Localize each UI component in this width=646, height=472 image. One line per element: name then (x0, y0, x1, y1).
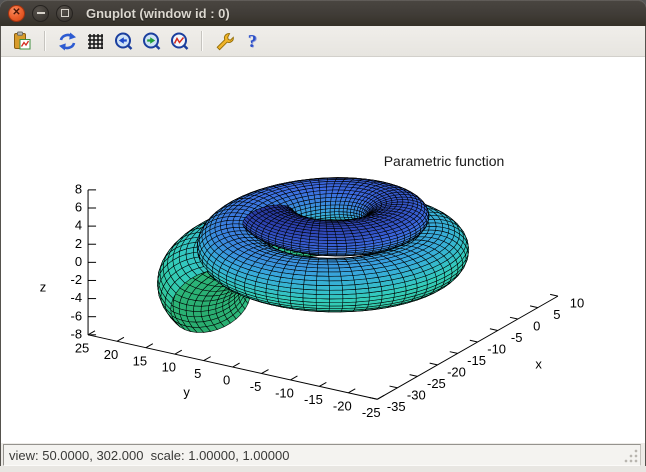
plot-title: Parametric function (383, 153, 505, 169)
svg-text:?: ? (247, 31, 256, 51)
zoom-next-button[interactable] (138, 28, 164, 54)
settings-button[interactable] (211, 28, 237, 54)
help-icon: ? ? (247, 31, 257, 52)
minimize-icon (36, 12, 45, 14)
plot-canvas[interactable] (1, 57, 645, 443)
zoom-next-icon (142, 32, 160, 50)
wrench-icon (216, 32, 234, 50)
toolbar-separator (44, 31, 45, 51)
export-plot-button[interactable] (9, 28, 35, 54)
autoscale-button[interactable] (166, 28, 192, 54)
minimize-button[interactable] (32, 4, 49, 22)
toolbar-separator (201, 31, 202, 51)
maximize-icon (60, 9, 69, 17)
close-button[interactable]: ✕ (8, 4, 25, 22)
zoom-previous-button[interactable] (110, 28, 136, 54)
toggle-grid-button[interactable] (82, 28, 108, 54)
statusbar: view: 50.0000, 302.000 scale: 1.00000, 1… (3, 444, 641, 466)
maximize-button[interactable] (56, 4, 73, 22)
copy-clipboard-icon (13, 31, 30, 49)
window-title: Gnuplot (window id : 0) (86, 5, 230, 21)
zoom-previous-icon (114, 32, 132, 50)
window-bottom-edge (0, 466, 646, 472)
gnuplot-window: ✕ Gnuplot (window id : 0) ? ? Parametric… (0, 0, 646, 472)
titlebar: ✕ Gnuplot (window id : 0) (0, 0, 646, 26)
close-icon: ✕ (12, 7, 21, 18)
toolbar: ? ? (1, 26, 645, 57)
refresh-icon (58, 32, 76, 50)
plot-area: Parametric function (1, 57, 645, 443)
autoscale-icon (170, 32, 188, 50)
help-button[interactable]: ? ? (239, 28, 265, 54)
resize-grip[interactable] (624, 449, 638, 463)
replot-button[interactable] (54, 28, 80, 54)
status-text: view: 50.0000, 302.000 scale: 1.00000, 1… (9, 447, 290, 463)
grid-icon (87, 33, 103, 49)
window-controls: ✕ (8, 4, 73, 22)
